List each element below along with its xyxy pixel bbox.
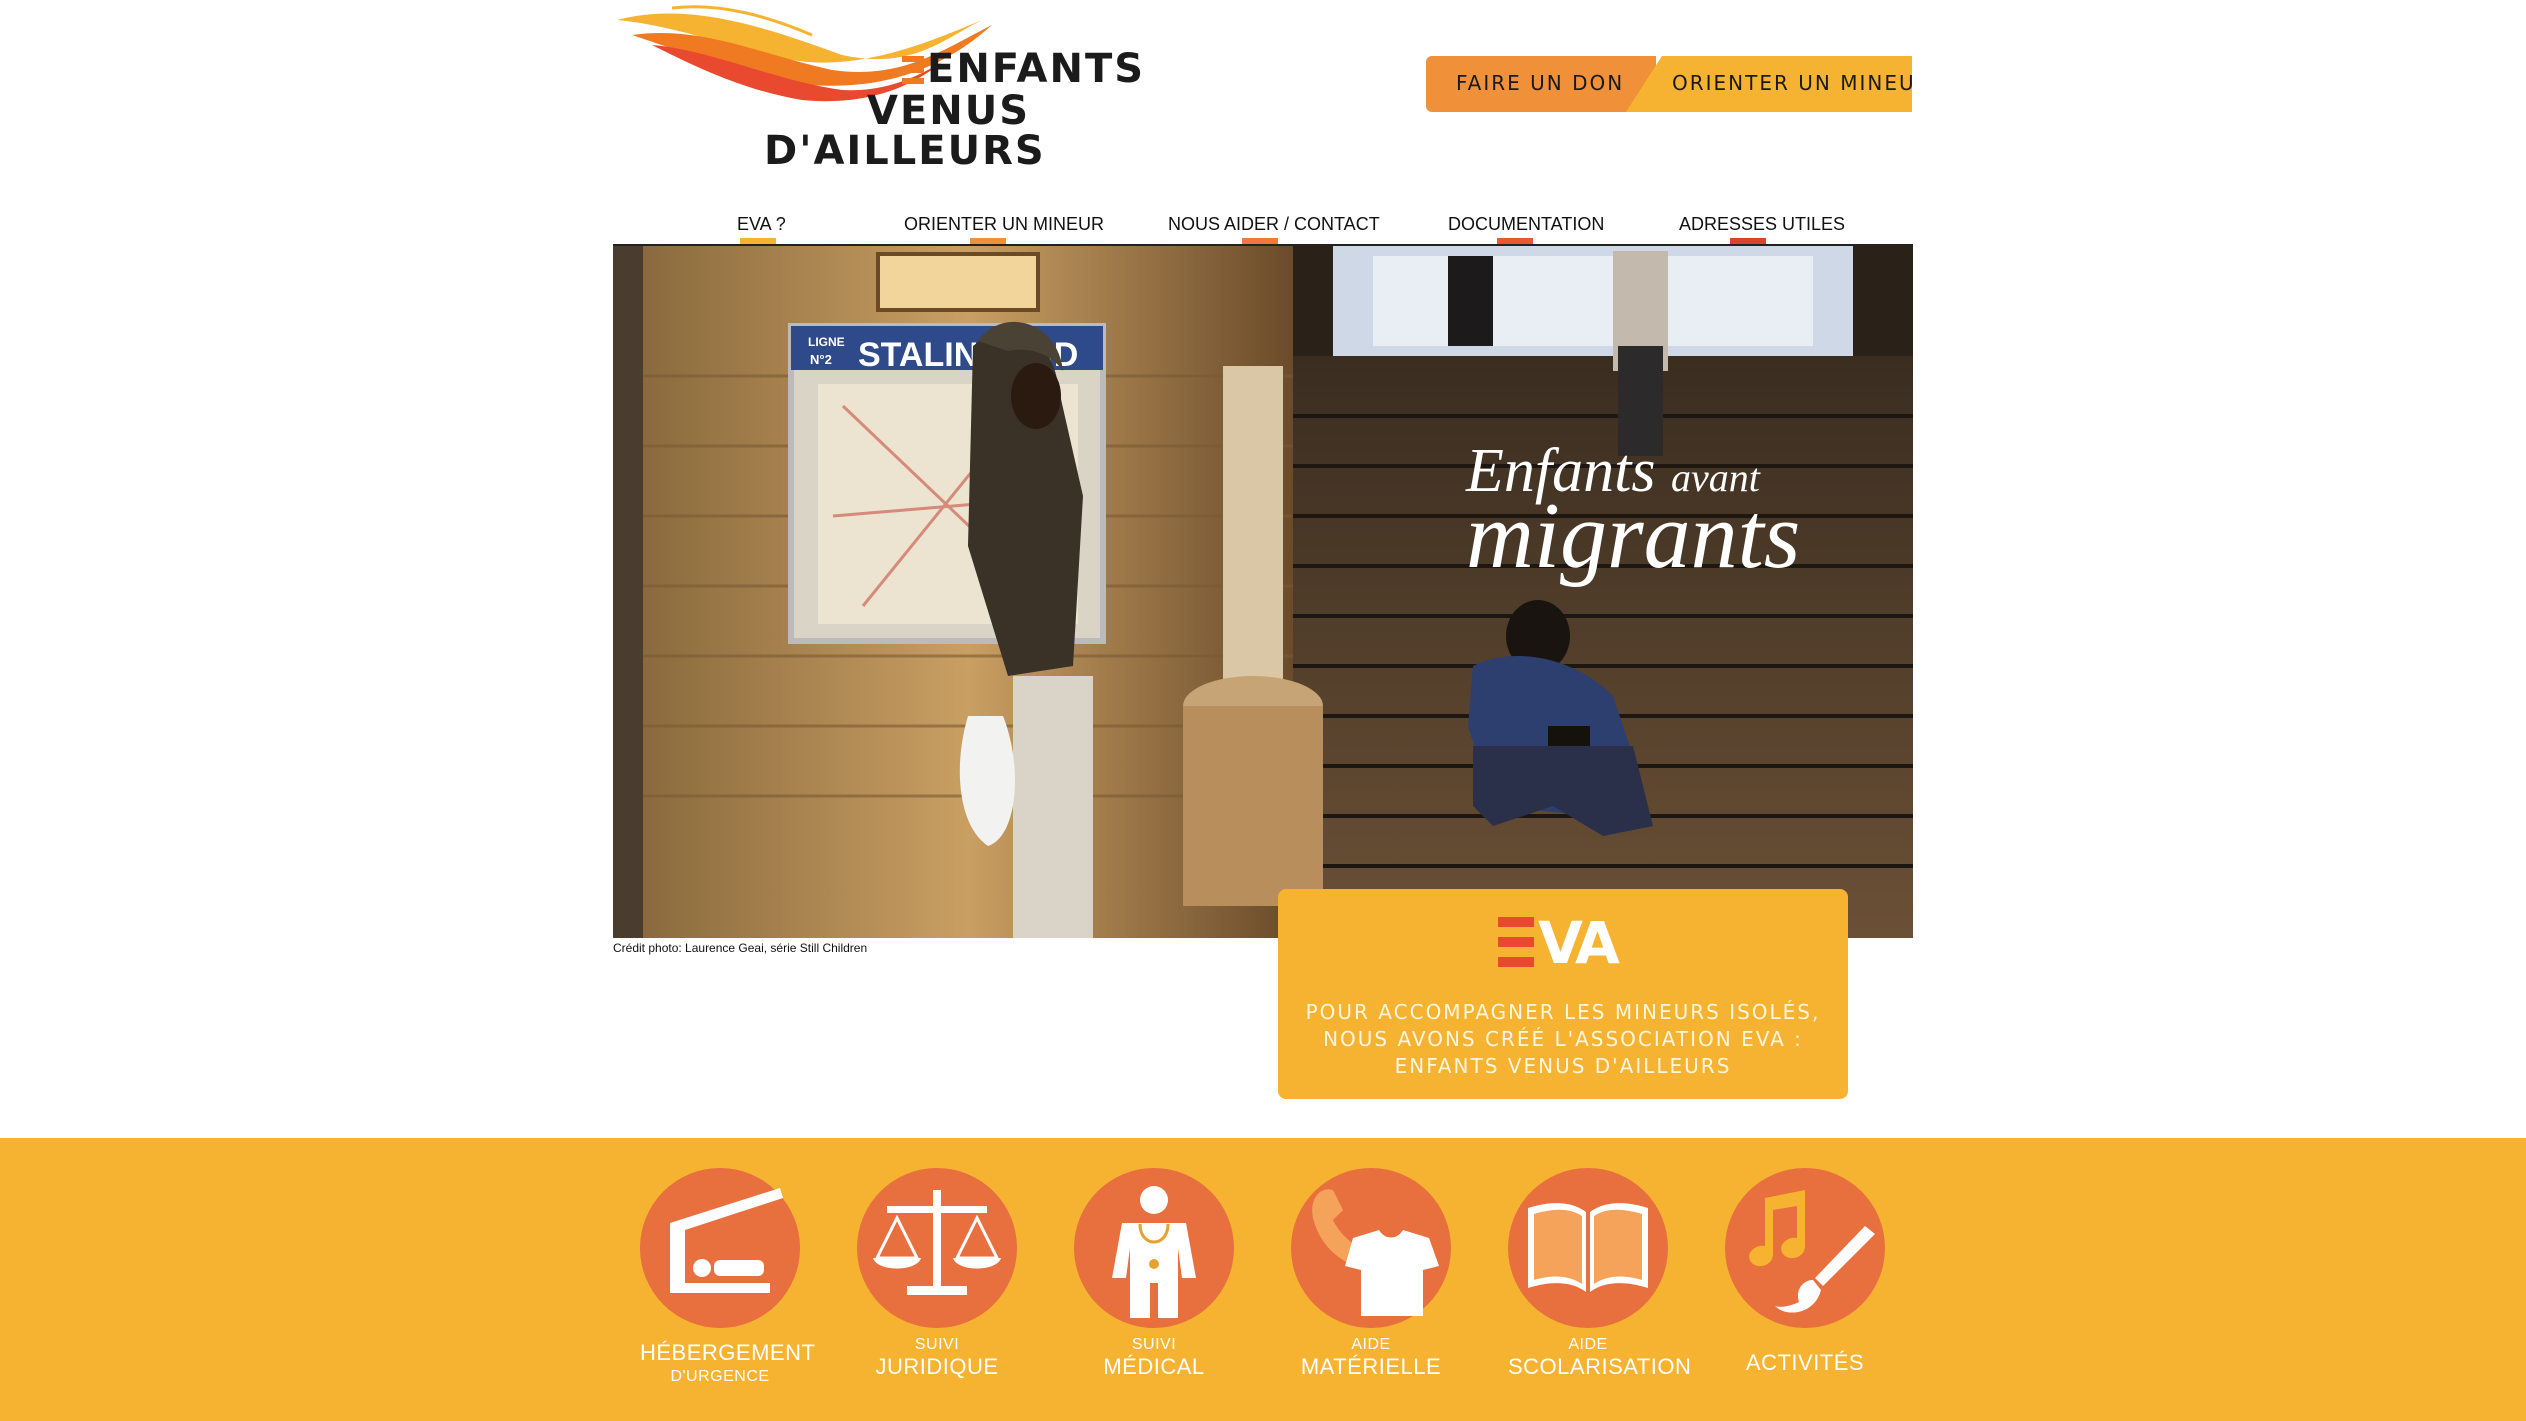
orient-minor-button-label: ORIENTER UN MINEUR <box>1672 71 1932 95</box>
service-label-main: JURIDIQUE <box>875 1354 999 1379</box>
service-label-main: ACTIVITÉS <box>1745 1350 1865 1375</box>
nav-item-orienter[interactable]: ORIENTER UN MINEUR <box>904 214 1104 235</box>
sign-number: N°2 <box>810 352 832 367</box>
nav-item-eva[interactable]: EVA ? <box>737 214 786 235</box>
service-label-pre: SUIVI <box>914 1336 960 1353</box>
service-label-pre: AIDE <box>1568 1336 1608 1353</box>
site-logo[interactable]: ENFANTS VENUS D'AILLEURS <box>612 0 1143 180</box>
eva-description-line: ENFANTS VENUS D'AILLEURS <box>1394 1054 1732 1078</box>
eva-description-line: NOUS AVONS CRÉÉ L'ASSOCIATION EVA : <box>1323 1027 1803 1051</box>
nav-item-label: ORIENTER UN MINEUR <box>904 214 1105 234</box>
services-band <box>0 1138 2526 1421</box>
sign-ligne: LIGNE <box>808 335 845 349</box>
doctor-icon <box>1074 1168 1234 1328</box>
service-label-pre: AIDE <box>1351 1336 1391 1353</box>
hero-scene-illustration: LIGNE N°2 STALINGRAD <box>613 246 1913 938</box>
nav-item-aider-contact[interactable]: NOUS AIDER / CONTACT <box>1168 214 1380 235</box>
donate-button-label: FAIRE UN DON <box>1456 71 1625 95</box>
service-label-sub: D'URGENCE <box>670 1368 770 1385</box>
donate-button[interactable]: FAIRE UN DON <box>1426 56 1656 112</box>
service-juridique[interactable]: SUIVI JURIDIQUE <box>857 1168 1017 1398</box>
nav-item-adresses[interactable]: ADRESSES UTILES <box>1679 214 1845 235</box>
service-scolarisation[interactable]: AIDE SCOLARISATION <box>1508 1168 1692 1398</box>
service-hebergement[interactable]: HÉBERGEMENT D'URGENCE <box>640 1168 816 1398</box>
service-activites[interactable]: ACTIVITÉS <box>1725 1168 1885 1398</box>
eva-description: POUR ACCOMPAGNER LES MINEURS ISOLÉS, NOU… <box>1278 999 1848 1080</box>
nav-item-documentation[interactable]: DOCUMENTATION <box>1448 214 1604 235</box>
eva-logo-e-bars <box>1498 917 1534 969</box>
logo-line-1: ENFANTS <box>927 46 1146 92</box>
logo-line-3: D'AILLEURS <box>764 128 1046 174</box>
service-medical[interactable]: SUIVI MÉDICAL <box>1074 1168 1234 1398</box>
eva-logo: VA <box>1498 909 1628 977</box>
service-label-pre: SUIVI <box>1131 1336 1177 1353</box>
nav-item-label: NOUS AIDER / CONTACT <box>1168 214 1380 234</box>
open-book-icon <box>1508 1168 1668 1328</box>
service-materielle[interactable]: AIDE MATÉRIELLE <box>1291 1168 1451 1398</box>
service-label-main: MATÉRIELLE <box>1300 1354 1442 1379</box>
nav-item-label: ADRESSES UTILES <box>1679 214 1846 234</box>
eva-description-line: POUR ACCOMPAGNER LES MINEURS ISOLÉS, <box>1305 1000 1821 1024</box>
service-label-main: HÉBERGEMENT <box>640 1340 816 1365</box>
hero-tagline-bottom: migrants <box>1466 484 1801 588</box>
logo-e-bars <box>902 56 924 89</box>
hero-photo: LIGNE N°2 STALINGRAD Enfants avant migra… <box>613 246 1913 938</box>
phone-shirt-icon <box>1291 1168 1451 1328</box>
nav-item-label: DOCUMENTATION <box>1448 214 1605 234</box>
scales-icon <box>857 1168 1017 1328</box>
eva-info-box: VA POUR ACCOMPAGNER LES MINEURS ISOLÉS, … <box>1278 889 1848 1099</box>
shelter-bed-icon <box>640 1168 800 1328</box>
orient-minor-button[interactable]: ORIENTER UN MINEUR <box>1626 56 1912 112</box>
nav-item-label: EVA ? <box>737 214 786 234</box>
photo-credit: Crédit photo: Laurence Geai, série Still… <box>613 941 868 955</box>
music-brush-icon <box>1725 1168 1885 1328</box>
service-label-main: SCOLARISATION <box>1508 1354 1692 1379</box>
service-label-main: MÉDICAL <box>1103 1354 1205 1379</box>
eva-logo-text: VA <box>1538 909 1620 977</box>
header-cta-group: FAIRE UN DON ORIENTER UN MINEUR <box>1426 56 1912 112</box>
